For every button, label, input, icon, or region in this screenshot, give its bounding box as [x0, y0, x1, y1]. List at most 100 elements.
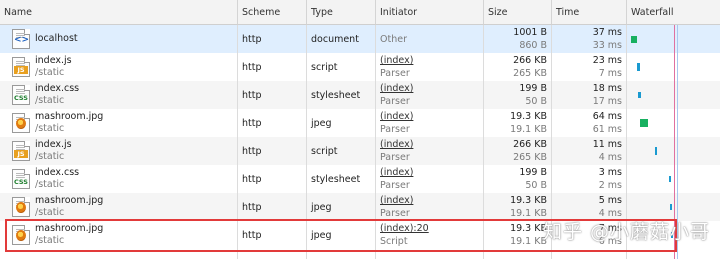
column-header-waterfall[interactable]: Waterfall	[627, 0, 720, 25]
initiator-type: Parser	[380, 152, 410, 163]
file-path: /static	[35, 67, 65, 78]
initiator-type: Parser	[380, 124, 410, 135]
file-name: mashroom.jpg	[35, 223, 104, 234]
name-cell[interactable]: <> localhost	[0, 25, 238, 53]
initiator-link[interactable]: (index):20	[380, 222, 479, 235]
waterfall-bar	[637, 63, 640, 71]
initiator-type: Parser	[380, 180, 410, 191]
file-name: index.css	[35, 83, 80, 94]
initiator-cell[interactable]: (index) Parser	[376, 193, 484, 221]
name-cell[interactable]: mashroom.jpg/static	[0, 221, 238, 249]
column-header-type[interactable]: Type	[307, 0, 376, 25]
size-transferred: 1001 B	[513, 27, 547, 38]
image-file-icon	[12, 113, 30, 133]
html-file-icon: <>	[12, 29, 30, 49]
file-name: index.js	[35, 139, 72, 150]
size-resource: 860 B	[519, 40, 547, 51]
file-path: /static	[35, 207, 65, 218]
name-text: index.css/static	[35, 167, 79, 191]
name-text: localhost	[35, 33, 78, 45]
initiator-link[interactable]: (index)	[380, 138, 479, 151]
name-cell[interactable]: mashroom.jpg/static	[0, 109, 238, 137]
empty-filler	[552, 249, 627, 259]
initiator-cell[interactable]: (index) Parser	[376, 81, 484, 109]
size-cell: 199 B 50 B	[484, 81, 552, 109]
name-cell[interactable]: mashroom.jpg/static	[0, 193, 238, 221]
size-cell: 1001 B 860 B	[484, 25, 552, 53]
file-name: mashroom.jpg	[35, 111, 104, 122]
size-transferred: 199 B	[519, 83, 547, 94]
initiator-link[interactable]: (index)	[380, 194, 479, 207]
name-text: mashroom.jpg/static	[35, 223, 103, 247]
name-cell[interactable]: CSS index.css/static	[0, 165, 238, 193]
time-cell: 37 ms 33 ms	[552, 25, 627, 53]
scheme-cell: http	[238, 193, 307, 221]
file-name: index.js	[35, 55, 72, 66]
empty-filler	[484, 249, 552, 259]
initiator-link[interactable]: (index)	[380, 82, 479, 95]
name-text: mashroom.jpg/static	[35, 195, 103, 219]
initiator-text: Other	[380, 33, 407, 45]
file-name: mashroom.jpg	[35, 195, 104, 206]
column-header-size[interactable]: Size	[484, 0, 552, 25]
column-header-scheme[interactable]: Scheme	[238, 0, 307, 25]
size-resource: 265 KB	[513, 68, 547, 79]
initiator-cell[interactable]: (index) Parser	[376, 109, 484, 137]
size-transferred: 266 KB	[513, 55, 547, 66]
name-cell[interactable]: JS index.js/static	[0, 137, 238, 165]
scheme-cell: http	[238, 81, 307, 109]
file-path: /static	[35, 95, 65, 106]
name-text: mashroom.jpg/static	[35, 111, 103, 135]
empty-filler	[376, 249, 484, 259]
column-header-time[interactable]: Time	[552, 0, 627, 25]
size-resource: 19.1 KB	[510, 236, 547, 247]
size-resource: 19.1 KB	[510, 124, 547, 135]
empty-filler	[238, 249, 307, 259]
name-text: index.css/static	[35, 83, 79, 107]
waterfall-bar	[638, 92, 641, 98]
waterfall-bar	[670, 204, 672, 210]
size-cell: 19.3 KB 19.1 KB	[484, 193, 552, 221]
time-cell: 23 ms 7 ms	[552, 53, 627, 81]
initiator-cell[interactable]: (index) Parser	[376, 53, 484, 81]
size-cell: 266 KB 265 KB	[484, 53, 552, 81]
time-latency: 61 ms	[592, 124, 622, 135]
name-cell[interactable]: JS index.js/static	[0, 53, 238, 81]
name-cell[interactable]: CSS index.css/static	[0, 81, 238, 109]
time-total: 37 ms	[592, 27, 622, 38]
type-cell: jpeg	[307, 109, 376, 137]
initiator-link[interactable]: (index)	[380, 110, 479, 123]
initiator-link[interactable]: (index)	[380, 166, 479, 179]
name-text: index.js/static	[35, 55, 72, 79]
column-header-name[interactable]: Name	[0, 0, 238, 25]
time-total: 5 ms	[598, 195, 622, 206]
file-path: /static	[35, 235, 65, 246]
file-path: /static	[35, 123, 65, 134]
scheme-cell: http	[238, 221, 307, 249]
initiator-cell[interactable]: (index):20 Script	[376, 221, 484, 249]
time-total: 11 ms	[592, 139, 622, 150]
time-latency: 17 ms	[592, 96, 622, 107]
size-cell: 19.3 KB 19.1 KB	[484, 221, 552, 249]
css-file-icon: CSS	[12, 85, 30, 105]
size-transferred: 19.3 KB	[510, 111, 547, 122]
type-cell: stylesheet	[307, 165, 376, 193]
file-path: /static	[35, 151, 65, 162]
initiator-cell[interactable]: (index) Parser	[376, 137, 484, 165]
time-cell: 11 ms 4 ms	[552, 137, 627, 165]
size-resource: 50 B	[525, 180, 547, 191]
time-latency: 7 ms	[598, 68, 622, 79]
file-name: index.css	[35, 167, 80, 178]
image-file-icon	[12, 225, 30, 245]
name-text: index.js/static	[35, 139, 72, 163]
waterfall-bar	[631, 35, 637, 43]
initiator-cell[interactable]: (index) Parser	[376, 165, 484, 193]
waterfall-bar	[669, 176, 671, 182]
image-file-icon	[12, 197, 30, 217]
size-resource: 19.1 KB	[510, 208, 547, 219]
size-transferred: 266 KB	[513, 139, 547, 150]
size-cell: 199 B 50 B	[484, 165, 552, 193]
waterfall-bar	[655, 147, 657, 155]
column-header-initiator[interactable]: Initiator	[376, 0, 484, 25]
initiator-link[interactable]: (index)	[380, 54, 479, 67]
